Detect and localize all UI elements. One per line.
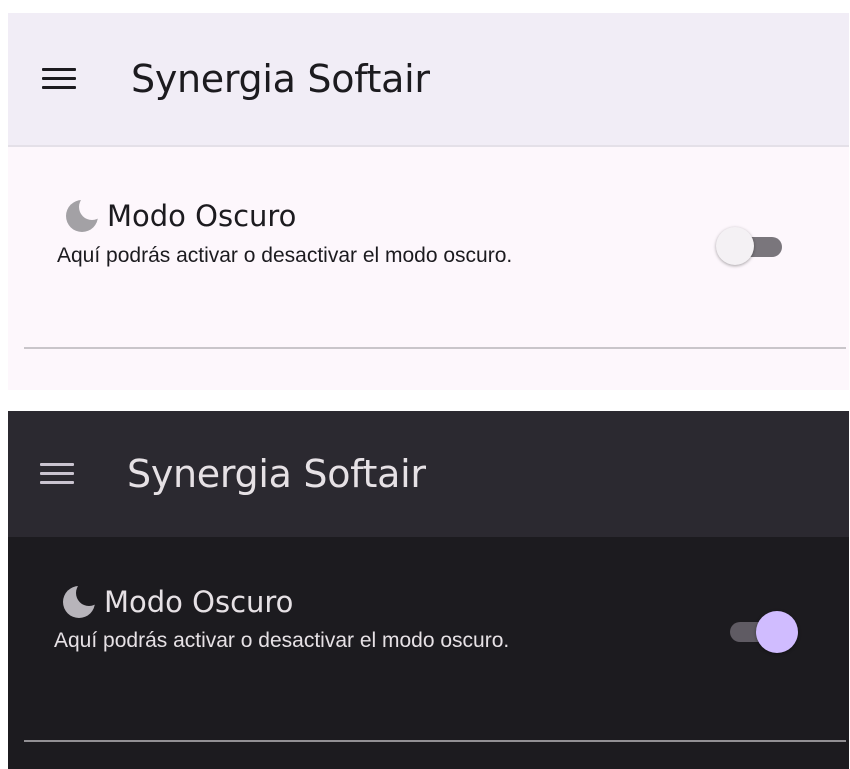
setting-header: Modo Oscuro bbox=[60, 584, 293, 620]
toggle-thumb bbox=[716, 227, 754, 265]
divider bbox=[24, 740, 846, 742]
toggle-thumb bbox=[756, 611, 798, 653]
light-mode-screen: Synergia Softair Modo Oscuro Aquí podrás… bbox=[8, 13, 849, 390]
setting-header: Modo Oscuro bbox=[63, 198, 296, 234]
hamburger-menu-icon[interactable] bbox=[40, 462, 74, 486]
hamburger-menu-icon[interactable] bbox=[42, 67, 76, 91]
setting-title: Modo Oscuro bbox=[107, 199, 297, 233]
setting-description: Aquí podrás activar o desactivar el modo… bbox=[54, 629, 510, 652]
top-app-bar: Synergia Softair bbox=[8, 411, 849, 537]
dark-mode-toggle[interactable] bbox=[728, 610, 798, 654]
moon-icon bbox=[63, 586, 95, 618]
dark-mode-screen: Synergia Softair Modo Oscuro Aquí podrás… bbox=[8, 411, 849, 769]
moon-icon bbox=[66, 200, 98, 232]
setting-description: Aquí podrás activar o desactivar el modo… bbox=[57, 244, 513, 267]
top-app-bar: Synergia Softair bbox=[8, 13, 849, 147]
dark-mode-toggle[interactable] bbox=[716, 226, 786, 266]
divider bbox=[24, 347, 846, 349]
app-title: Synergia Softair bbox=[127, 452, 426, 496]
setting-title: Modo Oscuro bbox=[104, 585, 294, 619]
app-title: Synergia Softair bbox=[131, 57, 430, 101]
